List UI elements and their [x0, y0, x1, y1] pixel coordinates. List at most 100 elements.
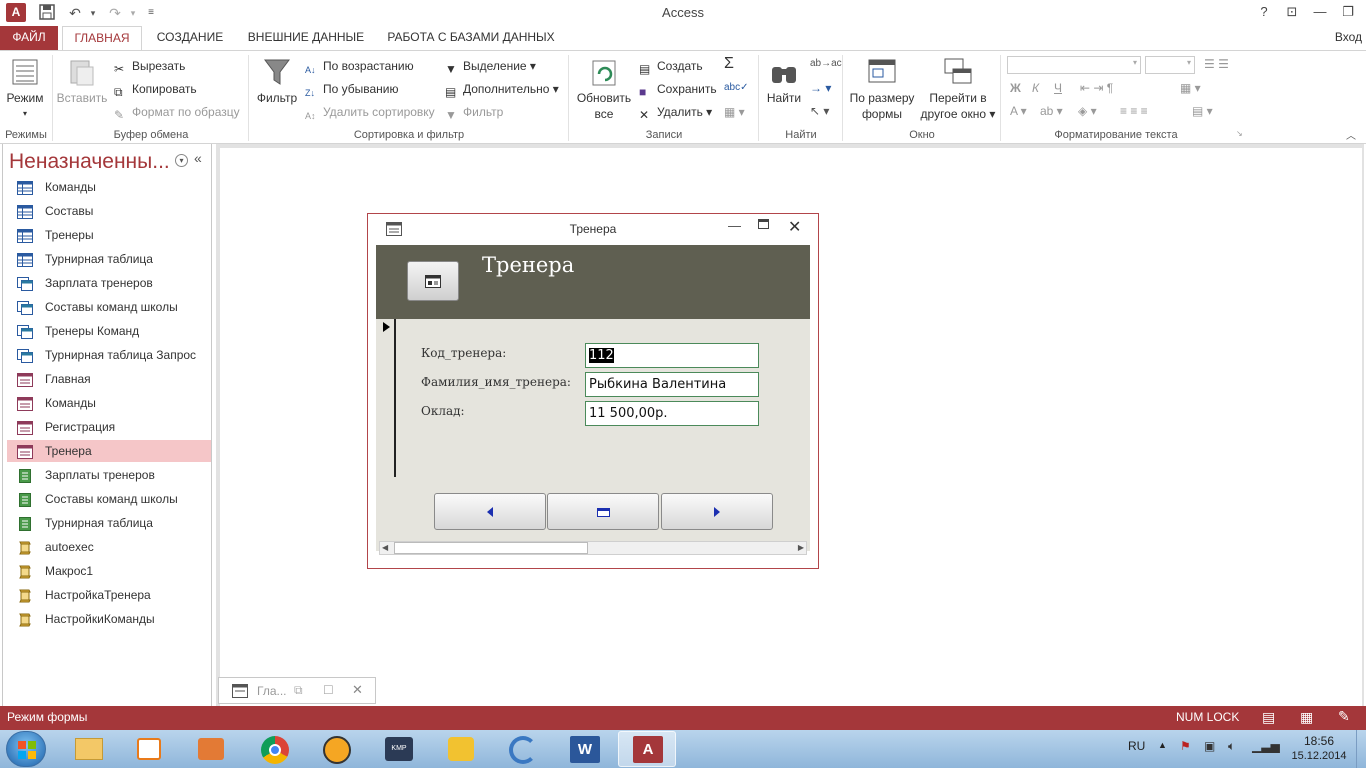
taskbar-tools[interactable] — [432, 731, 490, 767]
customize-qat-icon[interactable]: ≡ — [142, 4, 160, 22]
nav-item-form[interactable]: Команды — [7, 392, 211, 414]
nav-item-form[interactable]: Регистрация — [7, 416, 211, 438]
select-icon[interactable]: ↖ ▾ — [810, 103, 829, 119]
access-logo-icon[interactable]: A — [6, 3, 26, 22]
record-selector[interactable] — [376, 319, 396, 477]
font-color-icon[interactable]: A ▾ — [1010, 103, 1027, 119]
copy-button[interactable]: ⧉ Копировать — [114, 81, 197, 99]
new-record-button[interactable]: ▤ Создать — [639, 58, 703, 76]
nav-item-report[interactable]: Составы команд школы — [7, 488, 211, 510]
trainer-name-field[interactable]: Рыбкина Валентина — [585, 372, 759, 397]
save-record-button[interactable]: ■ Сохранить — [639, 81, 717, 99]
nav-item-report[interactable]: Зарплаты тренеров — [7, 464, 211, 486]
shutter-bar-close-icon[interactable]: « — [194, 150, 202, 166]
nav-item-macro[interactable]: autoexec — [7, 536, 211, 558]
replace-icon[interactable]: ab→ac — [810, 56, 842, 72]
taskbar-word[interactable]: W — [556, 731, 614, 767]
taskbar-chrome[interactable] — [246, 731, 304, 767]
alt-row-color-icon[interactable]: ▤ ▾ — [1192, 103, 1213, 119]
restore-button[interactable]: ❐ — [1333, 0, 1363, 26]
tray-date[interactable]: 15.12.2014 — [1284, 750, 1354, 762]
language-indicator[interactable]: RU — [1128, 739, 1145, 753]
highlight-icon[interactable]: ab ▾ — [1040, 103, 1063, 119]
tab-database-tools[interactable]: РАБОТА С БАЗАМИ ДАННЫХ — [380, 26, 562, 50]
nav-item-table[interactable]: Турнирная таблица — [7, 248, 211, 270]
tray-volume-icon[interactable]: 🔈︎ — [1228, 739, 1235, 754]
switch-windows-button[interactable]: Перейти в другое окно ▾ — [918, 57, 998, 122]
collapse-ribbon-icon[interactable]: ︿ — [1346, 127, 1356, 142]
salary-field[interactable]: 11 500,00р. — [585, 401, 759, 426]
next-record-button[interactable] — [661, 493, 773, 530]
sort-ascending-button[interactable]: A↓ По возрастанию — [305, 58, 414, 76]
signin-link[interactable]: Вход — [1335, 26, 1362, 48]
scroll-left-icon[interactable]: ◀ — [382, 543, 388, 552]
show-desktop-button[interactable] — [1356, 730, 1366, 768]
advanced-button[interactable]: ▤ Дополнительно ▾ — [445, 81, 559, 99]
tab-create[interactable]: СОЗДАНИЕ — [150, 26, 230, 50]
nav-pane-title[interactable]: Неназначенны... — [9, 150, 170, 174]
nav-item-query[interactable]: Составы команд школы — [7, 296, 211, 318]
minimized-window-main[interactable]: Гла... ⧉ ☐ ✕ — [218, 677, 376, 704]
delete-record-button[interactable]: ✕ Удалить ▾ — [639, 104, 712, 122]
align-icons[interactable]: ≡ ≡ ≡ — [1120, 103, 1148, 119]
format-painter-button[interactable]: ✎ Формат по образцу — [114, 104, 240, 122]
form-maximize-button[interactable] — [758, 219, 769, 229]
filter-button[interactable]: Фильтр — [256, 57, 298, 106]
goto-icon[interactable]: → ▾ — [810, 80, 831, 96]
ribbon-display-icon[interactable]: ⊡ — [1277, 0, 1307, 26]
totals-icon[interactable]: Σ — [724, 56, 734, 72]
view-button[interactable]: Режим ▾ — [6, 57, 44, 122]
tray-time[interactable]: 18:56 — [1284, 734, 1354, 748]
tray-device-icon[interactable]: ▣ — [1204, 739, 1215, 753]
taskbar-media-player[interactable] — [120, 731, 178, 767]
taskbar-ccleaner[interactable] — [494, 731, 552, 767]
taskbar-access[interactable]: A — [618, 731, 676, 767]
redo-icon[interactable]: ↷ — [106, 4, 124, 22]
paste-button[interactable]: Вставить — [56, 57, 108, 106]
min-restore-icon[interactable]: ⧉ — [294, 683, 303, 698]
nav-item-macro[interactable]: НастройкаТренера — [7, 584, 211, 606]
more-records-icon[interactable]: ▦ ▾ — [724, 104, 745, 120]
save-icon[interactable] — [38, 4, 56, 22]
min-close-icon[interactable]: ✕ — [352, 682, 363, 698]
toggle-filter-button[interactable]: ▼ Фильтр — [445, 104, 503, 122]
tab-external-data[interactable]: ВНЕШНИЕ ДАННЫЕ — [242, 26, 370, 50]
horizontal-scrollbar[interactable]: ◀ ▶ — [379, 541, 807, 555]
bold-button[interactable]: Ж — [1010, 80, 1021, 96]
fill-color-icon[interactable]: ◈ ▾ — [1078, 103, 1097, 119]
fit-to-form-button[interactable]: По размеру формы — [846, 57, 918, 122]
tray-network-icon[interactable]: ▁▃▅ — [1252, 739, 1280, 753]
new-record-nav-button[interactable] — [547, 493, 659, 530]
bullets-icon[interactable]: ☰ ☰ — [1204, 56, 1229, 72]
nav-item-macro[interactable]: НастройкиКоманды — [7, 608, 211, 630]
nav-item-macro[interactable]: Макрос1 — [7, 560, 211, 582]
nav-item-table[interactable]: Составы — [7, 200, 211, 222]
nav-menu-dropdown-icon[interactable]: ▾ — [175, 154, 188, 167]
form-view-icon[interactable]: ▤ — [1262, 709, 1275, 726]
nav-item-form[interactable]: Главная — [7, 368, 211, 390]
nav-item-query[interactable]: Тренеры Команд — [7, 320, 211, 342]
tray-flag-icon[interactable]: ⚑ — [1180, 739, 1191, 753]
italic-button[interactable]: К — [1032, 80, 1039, 96]
selection-button[interactable]: ▼ Выделение ▾ — [445, 58, 536, 76]
sort-descending-button[interactable]: Z↓ По убыванию — [305, 81, 399, 99]
font-size-combo[interactable]: ▾ — [1145, 56, 1195, 74]
form-minimize-button[interactable]: — — [728, 218, 741, 233]
help-button[interactable]: ? — [1249, 0, 1279, 26]
nav-item-table[interactable]: Тренеры — [7, 224, 211, 246]
undo-icon[interactable]: ↶ — [66, 4, 84, 22]
form-close-button[interactable]: ✕ — [788, 217, 801, 237]
remove-sort-button[interactable]: A↕ Удалить сортировку — [305, 104, 435, 122]
tab-home[interactable]: ГЛАВНАЯ — [62, 26, 142, 51]
taskbar-app-installer[interactable] — [182, 731, 240, 767]
previous-record-button[interactable] — [434, 493, 546, 530]
scrollbar-thumb[interactable] — [394, 542, 588, 554]
tray-expand-icon[interactable]: ▲ — [1158, 740, 1167, 750]
spelling-icon[interactable]: abc✓ — [724, 80, 749, 96]
min-maximize-icon[interactable]: ☐ — [323, 683, 334, 697]
redo-dropdown-icon[interactable]: ▾ — [124, 4, 142, 22]
tab-file[interactable]: ФАЙЛ — [0, 26, 58, 50]
taskbar-kmplayer[interactable]: KMP — [370, 731, 428, 767]
nav-item-table[interactable]: Команды — [7, 176, 211, 198]
minimize-button[interactable]: — — [1305, 0, 1335, 26]
